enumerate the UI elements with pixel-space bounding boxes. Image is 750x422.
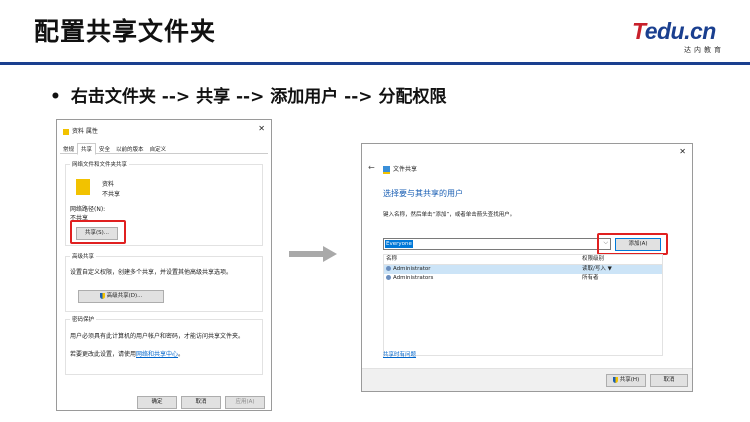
- cancel-button[interactable]: 取消: [181, 396, 221, 409]
- user-name-cell: Administrator: [386, 265, 431, 274]
- advanced-share-group: 高级共享 设置自定义权限，创建多个共享，并设置其他高级共享选项。 高级共享(D)…: [65, 252, 263, 312]
- share-icon: [383, 165, 390, 174]
- right-arrow-icon: [323, 246, 337, 262]
- combo-selected-text: Everyone: [385, 240, 413, 248]
- bullet-text: 右击文件夹 --> 共享 --> 添加用户 --> 分配权限: [70, 87, 447, 107]
- tab-sharing[interactable]: 共享: [77, 143, 97, 155]
- advanced-share-desc: 设置自定义权限，创建多个共享，并设置其他高级共享选项。: [70, 269, 233, 276]
- user-name: Administrator: [393, 266, 431, 272]
- dialog-title: 文件共享: [383, 164, 417, 174]
- folder-properties-dialog: 资料 属性 ✕ 常规 共享 安全 以前的版本 自定义 网络文件和文件夹共享 资料 不共享…: [56, 119, 272, 411]
- header-rule: [0, 62, 750, 65]
- list-header: 名称 权限级别: [384, 255, 662, 265]
- shield-icon: [99, 292, 105, 299]
- cancel-button[interactable]: 取消: [650, 374, 688, 387]
- change-suffix: 。: [178, 351, 185, 358]
- ok-button[interactable]: 确定: [137, 396, 177, 409]
- advanced-share-button[interactable]: 高级共享(D)...: [78, 290, 164, 303]
- user-permission-list: 名称 权限级别 Administrator 读取/写入 ▼ Administra…: [383, 254, 663, 356]
- folder-icon: [63, 128, 69, 135]
- share-button[interactable]: 共享(H): [606, 374, 646, 387]
- tab-bar: 常规 共享 安全 以前的版本 自定义: [60, 143, 268, 155]
- dialog-instruction: 键入名称，然后单击“添加”，或者单击箭头查找用户。: [383, 212, 516, 218]
- permission-dropdown[interactable]: 读取/写入 ▼: [582, 265, 612, 274]
- network-path-label: 网络路径(N):: [70, 206, 106, 213]
- slide-title: 配置共享文件夹: [34, 17, 217, 46]
- help-link[interactable]: 共享时有问题: [383, 350, 416, 358]
- tab-security[interactable]: 安全: [96, 144, 113, 154]
- tab-customize[interactable]: 自定义: [147, 144, 170, 154]
- user-icon: [386, 266, 391, 271]
- share-button-label: 共享(H): [619, 377, 640, 383]
- arrow-shaft: [289, 251, 323, 257]
- password-desc: 用户必须具有此计算机的用户帐户和密码，才能访问共享文件夹。: [70, 333, 245, 340]
- close-icon[interactable]: ✕: [679, 147, 686, 156]
- back-arrow-icon[interactable]: ←: [368, 163, 375, 172]
- password-change-text: 若要更改此设置，请使用网络和共享中心。: [70, 349, 258, 358]
- password-protection-group: 密码保护 用户必须具有此计算机的用户帐户和密码，才能访问共享文件夹。 若要更改此…: [65, 315, 263, 375]
- logo-subtitle: 达内教育: [684, 46, 724, 54]
- tab-previous-versions[interactable]: 以前的版本: [113, 144, 147, 154]
- tab-general[interactable]: 常规: [60, 144, 77, 154]
- list-item[interactable]: Administrators 所有者: [384, 274, 662, 283]
- permission-value: 所有者: [582, 275, 599, 281]
- logo-rest: edu.cn: [644, 18, 717, 44]
- list-item[interactable]: Administrator 读取/写入 ▼: [384, 265, 662, 274]
- group-label: 网络文件和文件夹共享: [70, 160, 130, 168]
- folder-name: 资料: [102, 181, 115, 188]
- highlight-box: [70, 220, 126, 244]
- group-label: 高级共享: [70, 252, 97, 260]
- folder-icon: [76, 179, 90, 195]
- tedu-logo: Tedu.cn 达内教育: [632, 18, 732, 58]
- network-center-link[interactable]: 网络和共享中心: [136, 351, 178, 358]
- dialog-title-text: 文件共享: [393, 166, 418, 173]
- folder-share-state: 不共享: [102, 191, 121, 198]
- logo-letter-t: T: [632, 18, 645, 44]
- highlight-box: [597, 233, 668, 255]
- instruction-bullet: • 右击文件夹 --> 共享 --> 添加用户 --> 分配权限: [50, 82, 446, 107]
- user-name: Administrators: [393, 275, 434, 281]
- dialog-heading: 选择要与其共享的用户: [383, 189, 463, 198]
- dialog-title-text: 资料 属性: [72, 128, 98, 135]
- group-label: 密码保护: [70, 315, 97, 323]
- user-name-cell: Administrators: [386, 274, 433, 283]
- close-icon[interactable]: ✕: [258, 124, 265, 133]
- bullet-dot: •: [50, 87, 61, 107]
- apply-button[interactable]: 应用(A): [225, 396, 265, 409]
- logo-wordmark: Tedu.cn: [632, 18, 716, 45]
- shield-icon: [612, 376, 618, 383]
- user-combo-input[interactable]: Everyone ⌵: [383, 238, 611, 250]
- dialog-title: 资料 属性: [63, 126, 98, 135]
- advanced-share-button-label: 高级共享(D)...: [106, 293, 143, 299]
- dialog-footer: 共享(H) 取消: [362, 368, 692, 391]
- user-group-icon: [386, 275, 391, 280]
- column-permission[interactable]: 权限级别: [582, 255, 604, 264]
- change-prefix: 若要更改此设置，请使用: [70, 351, 137, 358]
- file-sharing-dialog: ✕ ← 文件共享 选择要与其共享的用户 键入名称，然后单击“添加”，或者单击箭头…: [361, 143, 693, 392]
- column-name[interactable]: 名称: [386, 255, 397, 264]
